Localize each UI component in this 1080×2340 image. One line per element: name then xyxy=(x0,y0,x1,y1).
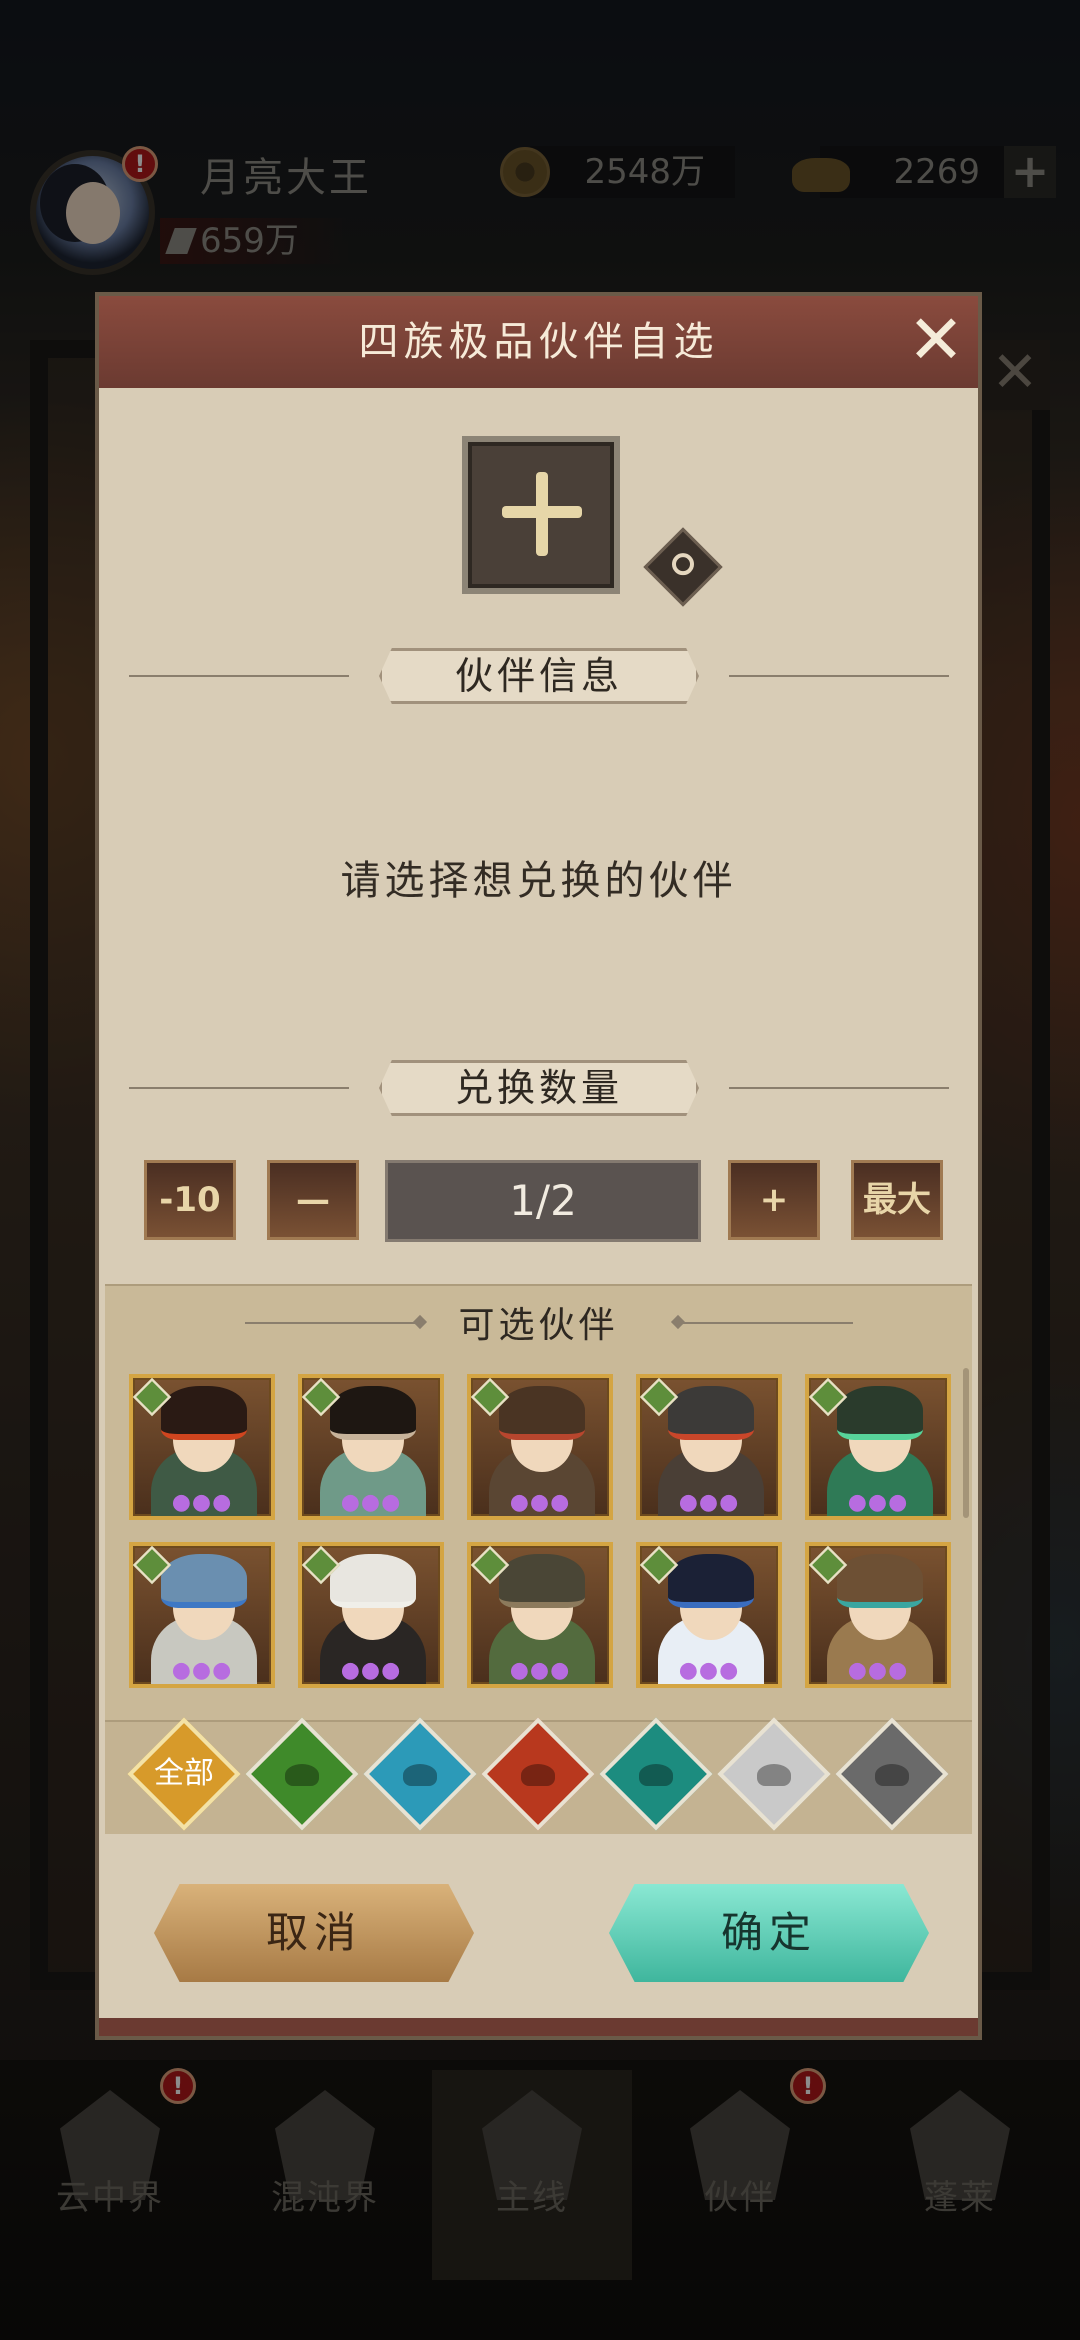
star-rank-icon: ●●● xyxy=(509,1490,571,1515)
quantity-title: 兑换数量 xyxy=(379,1060,699,1116)
partner-hair xyxy=(668,1386,754,1440)
star-rank-icon: ●●● xyxy=(340,1490,402,1515)
partner-info-title: 伙伴信息 xyxy=(379,648,699,704)
partner-card[interactable]: ●●● xyxy=(636,1374,782,1520)
partner-card[interactable]: ●●● xyxy=(467,1542,613,1688)
partner-hair xyxy=(837,1554,923,1608)
partner-card[interactable]: ●●● xyxy=(805,1374,951,1520)
partner-hair xyxy=(837,1386,923,1440)
star-rank-icon: ●●● xyxy=(847,1658,909,1683)
partner-card[interactable]: ●●● xyxy=(805,1542,951,1688)
star-rank-icon: ●●● xyxy=(171,1658,233,1683)
minus-ten-button[interactable]: -10 xyxy=(144,1160,236,1240)
star-rank-icon: ●●● xyxy=(509,1658,571,1683)
dialog-title: 四族极品伙伴自选 xyxy=(99,296,978,388)
cancel-button[interactable]: 取消 xyxy=(154,1884,474,1982)
star-rank-icon: ●●● xyxy=(678,1658,740,1683)
star-rank-icon: ●●● xyxy=(171,1490,233,1515)
search-icon[interactable] xyxy=(643,527,723,607)
partner-hair xyxy=(330,1554,416,1608)
partner-hair xyxy=(161,1554,247,1608)
partner-hair xyxy=(668,1554,754,1608)
fox-icon-glyph xyxy=(502,1738,574,1810)
crane-icon-glyph xyxy=(384,1738,456,1810)
partner-card[interactable]: ●●● xyxy=(298,1374,444,1520)
max-button[interactable]: 最大 xyxy=(851,1160,943,1240)
partner-hair xyxy=(499,1554,585,1608)
swallow-icon-glyph xyxy=(266,1738,338,1810)
partner-list-scrollbar[interactable] xyxy=(963,1368,969,1518)
dragon-white-icon-glyph xyxy=(738,1738,810,1810)
minus-button[interactable]: — xyxy=(267,1160,359,1240)
partner-select-dialog: 四族极品伙伴自选 ✕ 伙伴信息 请选择想兑换的伙伴 兑换数量 -10 — 1/2… xyxy=(95,292,982,2040)
dialog-footer-bar xyxy=(99,2018,978,2036)
partner-card[interactable]: ●●● xyxy=(129,1374,275,1520)
partner-info-header: 伙伴信息 xyxy=(99,648,978,704)
partner-card[interactable]: ●●● xyxy=(129,1542,275,1688)
selected-partner-slot[interactable] xyxy=(462,436,620,594)
partner-hair xyxy=(330,1386,416,1440)
filter-all-label: 全部 xyxy=(154,1756,214,1791)
partner-card[interactable]: ●●● xyxy=(636,1542,782,1688)
partner-hair xyxy=(499,1386,585,1440)
beast-icon-glyph xyxy=(620,1738,692,1810)
star-rank-icon: ●●● xyxy=(678,1490,740,1515)
dragon-dark-icon-glyph xyxy=(856,1738,928,1810)
close-icon[interactable]: ✕ xyxy=(902,307,970,376)
quantity-value: 1/2 xyxy=(385,1160,701,1242)
select-prompt: 请选择想兑换的伙伴 xyxy=(340,858,737,904)
star-rank-icon: ●●● xyxy=(847,1490,909,1515)
partner-hair xyxy=(161,1386,247,1440)
partner-card[interactable]: ●●● xyxy=(467,1374,613,1520)
quantity-header: 兑换数量 xyxy=(99,1060,978,1116)
confirm-button[interactable]: 确定 xyxy=(609,1884,929,1982)
star-rank-icon: ●●● xyxy=(340,1658,402,1683)
partner-card[interactable]: ●●● xyxy=(298,1542,444,1688)
plus-button[interactable]: + xyxy=(728,1160,820,1240)
